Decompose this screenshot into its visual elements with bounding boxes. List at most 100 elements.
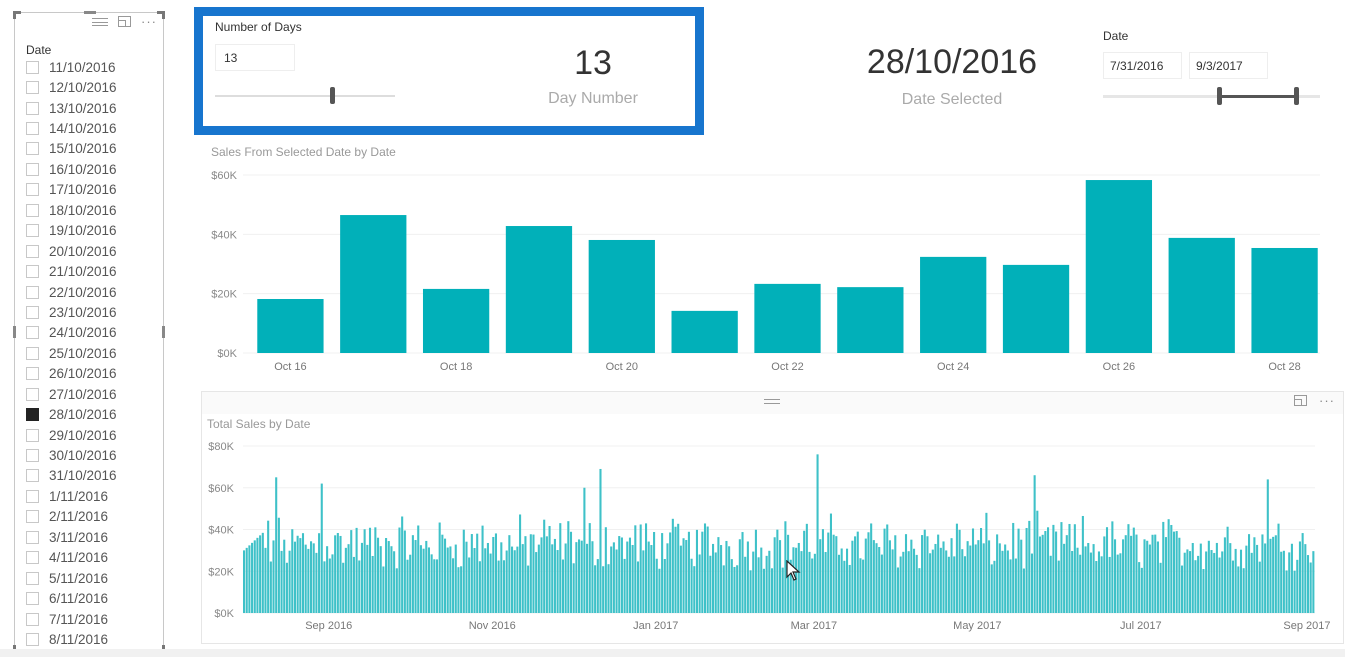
- checkbox[interactable]: [26, 203, 39, 217]
- slicer-item[interactable]: 6/11/2016: [26, 588, 117, 608]
- slicer-item[interactable]: 29/10/2016: [26, 425, 117, 445]
- slicer-item[interactable]: 28/10/2016: [26, 404, 117, 424]
- y-tick-label: $20K: [211, 289, 237, 301]
- checkbox[interactable]: [26, 305, 39, 319]
- slicer-item[interactable]: 21/10/2016: [26, 261, 117, 281]
- checkbox[interactable]: [26, 162, 39, 176]
- slider-thumb[interactable]: [330, 87, 335, 104]
- checkbox[interactable]: [26, 510, 39, 524]
- date-list-slicer[interactable]: ··· Date 11/10/2016 12/10/2016 13/10/2016 1…: [13, 11, 165, 653]
- date-range-title: Date: [1103, 29, 1129, 43]
- slicer-item[interactable]: 7/11/2016: [26, 609, 117, 629]
- slicer-item[interactable]: 4/11/2016: [26, 548, 117, 568]
- bar: [1012, 522, 1015, 613]
- checkbox[interactable]: [26, 224, 39, 238]
- checkbox[interactable]: [26, 122, 39, 136]
- slicer-item[interactable]: 20/10/2016: [26, 241, 117, 261]
- slider-end-thumb[interactable]: [1294, 87, 1300, 105]
- slicer-item[interactable]: 27/10/2016: [26, 384, 117, 404]
- bar: [805, 523, 808, 613]
- checkbox[interactable]: [26, 183, 39, 197]
- checkbox[interactable]: [26, 632, 39, 646]
- date-range-slider[interactable]: [1103, 86, 1320, 106]
- bar: [481, 525, 484, 613]
- checkbox[interactable]: [26, 428, 39, 442]
- slicer-item[interactable]: 26/10/2016: [26, 364, 117, 384]
- checkbox[interactable]: [26, 346, 39, 360]
- bar: [725, 540, 728, 613]
- checkbox[interactable]: [26, 367, 39, 381]
- slicer-item[interactable]: 11/10/2016: [26, 57, 117, 77]
- bar: [529, 534, 532, 613]
- resize-handle[interactable]: [162, 326, 165, 338]
- resize-handle[interactable]: [84, 11, 96, 14]
- slicer-item[interactable]: 25/10/2016: [26, 343, 117, 363]
- slider-track[interactable]: [215, 95, 395, 97]
- bar: [398, 527, 401, 613]
- slicer-item[interactable]: 12/10/2016: [26, 77, 117, 97]
- slicer-item[interactable]: 31/10/2016: [26, 466, 117, 486]
- resize-handle[interactable]: [13, 326, 16, 338]
- slicer-item[interactable]: 3/11/2016: [26, 527, 117, 547]
- drag-handle-icon[interactable]: [92, 17, 108, 26]
- slicer-item[interactable]: 1/11/2016: [26, 486, 117, 506]
- bar: [492, 536, 495, 613]
- slicer-item[interactable]: 8/11/2016: [26, 629, 117, 649]
- number-of-days-card: Number of Days 13 13 Day Number: [194, 7, 704, 135]
- date-range-start-input[interactable]: 7/31/2016: [1103, 52, 1182, 79]
- bar: [1159, 562, 1162, 613]
- slicer-item[interactable]: 22/10/2016: [26, 282, 117, 302]
- checkbox[interactable]: [26, 408, 39, 422]
- slicer-item[interactable]: 30/10/2016: [26, 445, 117, 465]
- checkbox[interactable]: [26, 489, 39, 503]
- slicer-item[interactable]: 13/10/2016: [26, 98, 117, 118]
- checkbox[interactable]: [26, 469, 39, 483]
- slicer-item[interactable]: 18/10/2016: [26, 200, 117, 220]
- slicer-title: Date: [26, 43, 52, 57]
- bar: [1199, 543, 1202, 613]
- total-sales-by-date-chart: $0K $20K $40K $60K $80K Sep 2016 Nov 2016 Jan 2…: [208, 441, 1330, 632]
- slicer-item[interactable]: 17/10/2016: [26, 180, 117, 200]
- slicer-item-label: 27/10/2016: [49, 386, 117, 402]
- checkbox[interactable]: [26, 81, 39, 95]
- number-of-days-input[interactable]: 13: [215, 44, 295, 71]
- number-of-days-slider[interactable]: [215, 86, 395, 104]
- checkbox[interactable]: [26, 551, 39, 565]
- bar: [827, 532, 830, 613]
- checkbox[interactable]: [26, 326, 39, 340]
- bar: [808, 551, 811, 613]
- checkbox[interactable]: [26, 244, 39, 258]
- slicer-item[interactable]: 19/10/2016: [26, 221, 117, 241]
- bar: [328, 558, 331, 613]
- slicer-item[interactable]: 16/10/2016: [26, 159, 117, 179]
- focus-mode-icon[interactable]: [118, 16, 131, 27]
- checkbox[interactable]: [26, 449, 39, 463]
- slider-start-thumb[interactable]: [1217, 87, 1223, 105]
- checkbox[interactable]: [26, 612, 39, 626]
- slicer-item[interactable]: 23/10/2016: [26, 302, 117, 322]
- date-range-end-input[interactable]: 9/3/2017: [1189, 52, 1268, 79]
- slicer-item[interactable]: 24/10/2016: [26, 323, 117, 343]
- bar: [1033, 475, 1036, 613]
- more-options-icon[interactable]: ···: [141, 15, 157, 28]
- slicer-item[interactable]: 14/10/2016: [26, 118, 117, 138]
- checkbox[interactable]: [26, 60, 39, 74]
- slicer-item[interactable]: 15/10/2016: [26, 139, 117, 159]
- checkbox[interactable]: [26, 142, 39, 156]
- resize-handle[interactable]: [13, 11, 21, 19]
- bar: [567, 521, 570, 613]
- resize-handle[interactable]: [157, 11, 165, 19]
- drag-handle-icon[interactable]: [764, 399, 780, 404]
- checkbox[interactable]: [26, 571, 39, 585]
- checkbox[interactable]: [26, 101, 39, 115]
- more-options-icon[interactable]: ···: [1319, 394, 1335, 407]
- slicer-item[interactable]: 2/11/2016: [26, 507, 117, 527]
- checkbox[interactable]: [26, 530, 39, 544]
- checkbox[interactable]: [26, 387, 39, 401]
- x-tick-label: Jan 2017: [633, 620, 678, 632]
- checkbox[interactable]: [26, 592, 39, 606]
- checkbox[interactable]: [26, 285, 39, 299]
- slicer-item[interactable]: 5/11/2016: [26, 568, 117, 588]
- checkbox[interactable]: [26, 265, 39, 279]
- focus-mode-icon[interactable]: [1294, 395, 1307, 406]
